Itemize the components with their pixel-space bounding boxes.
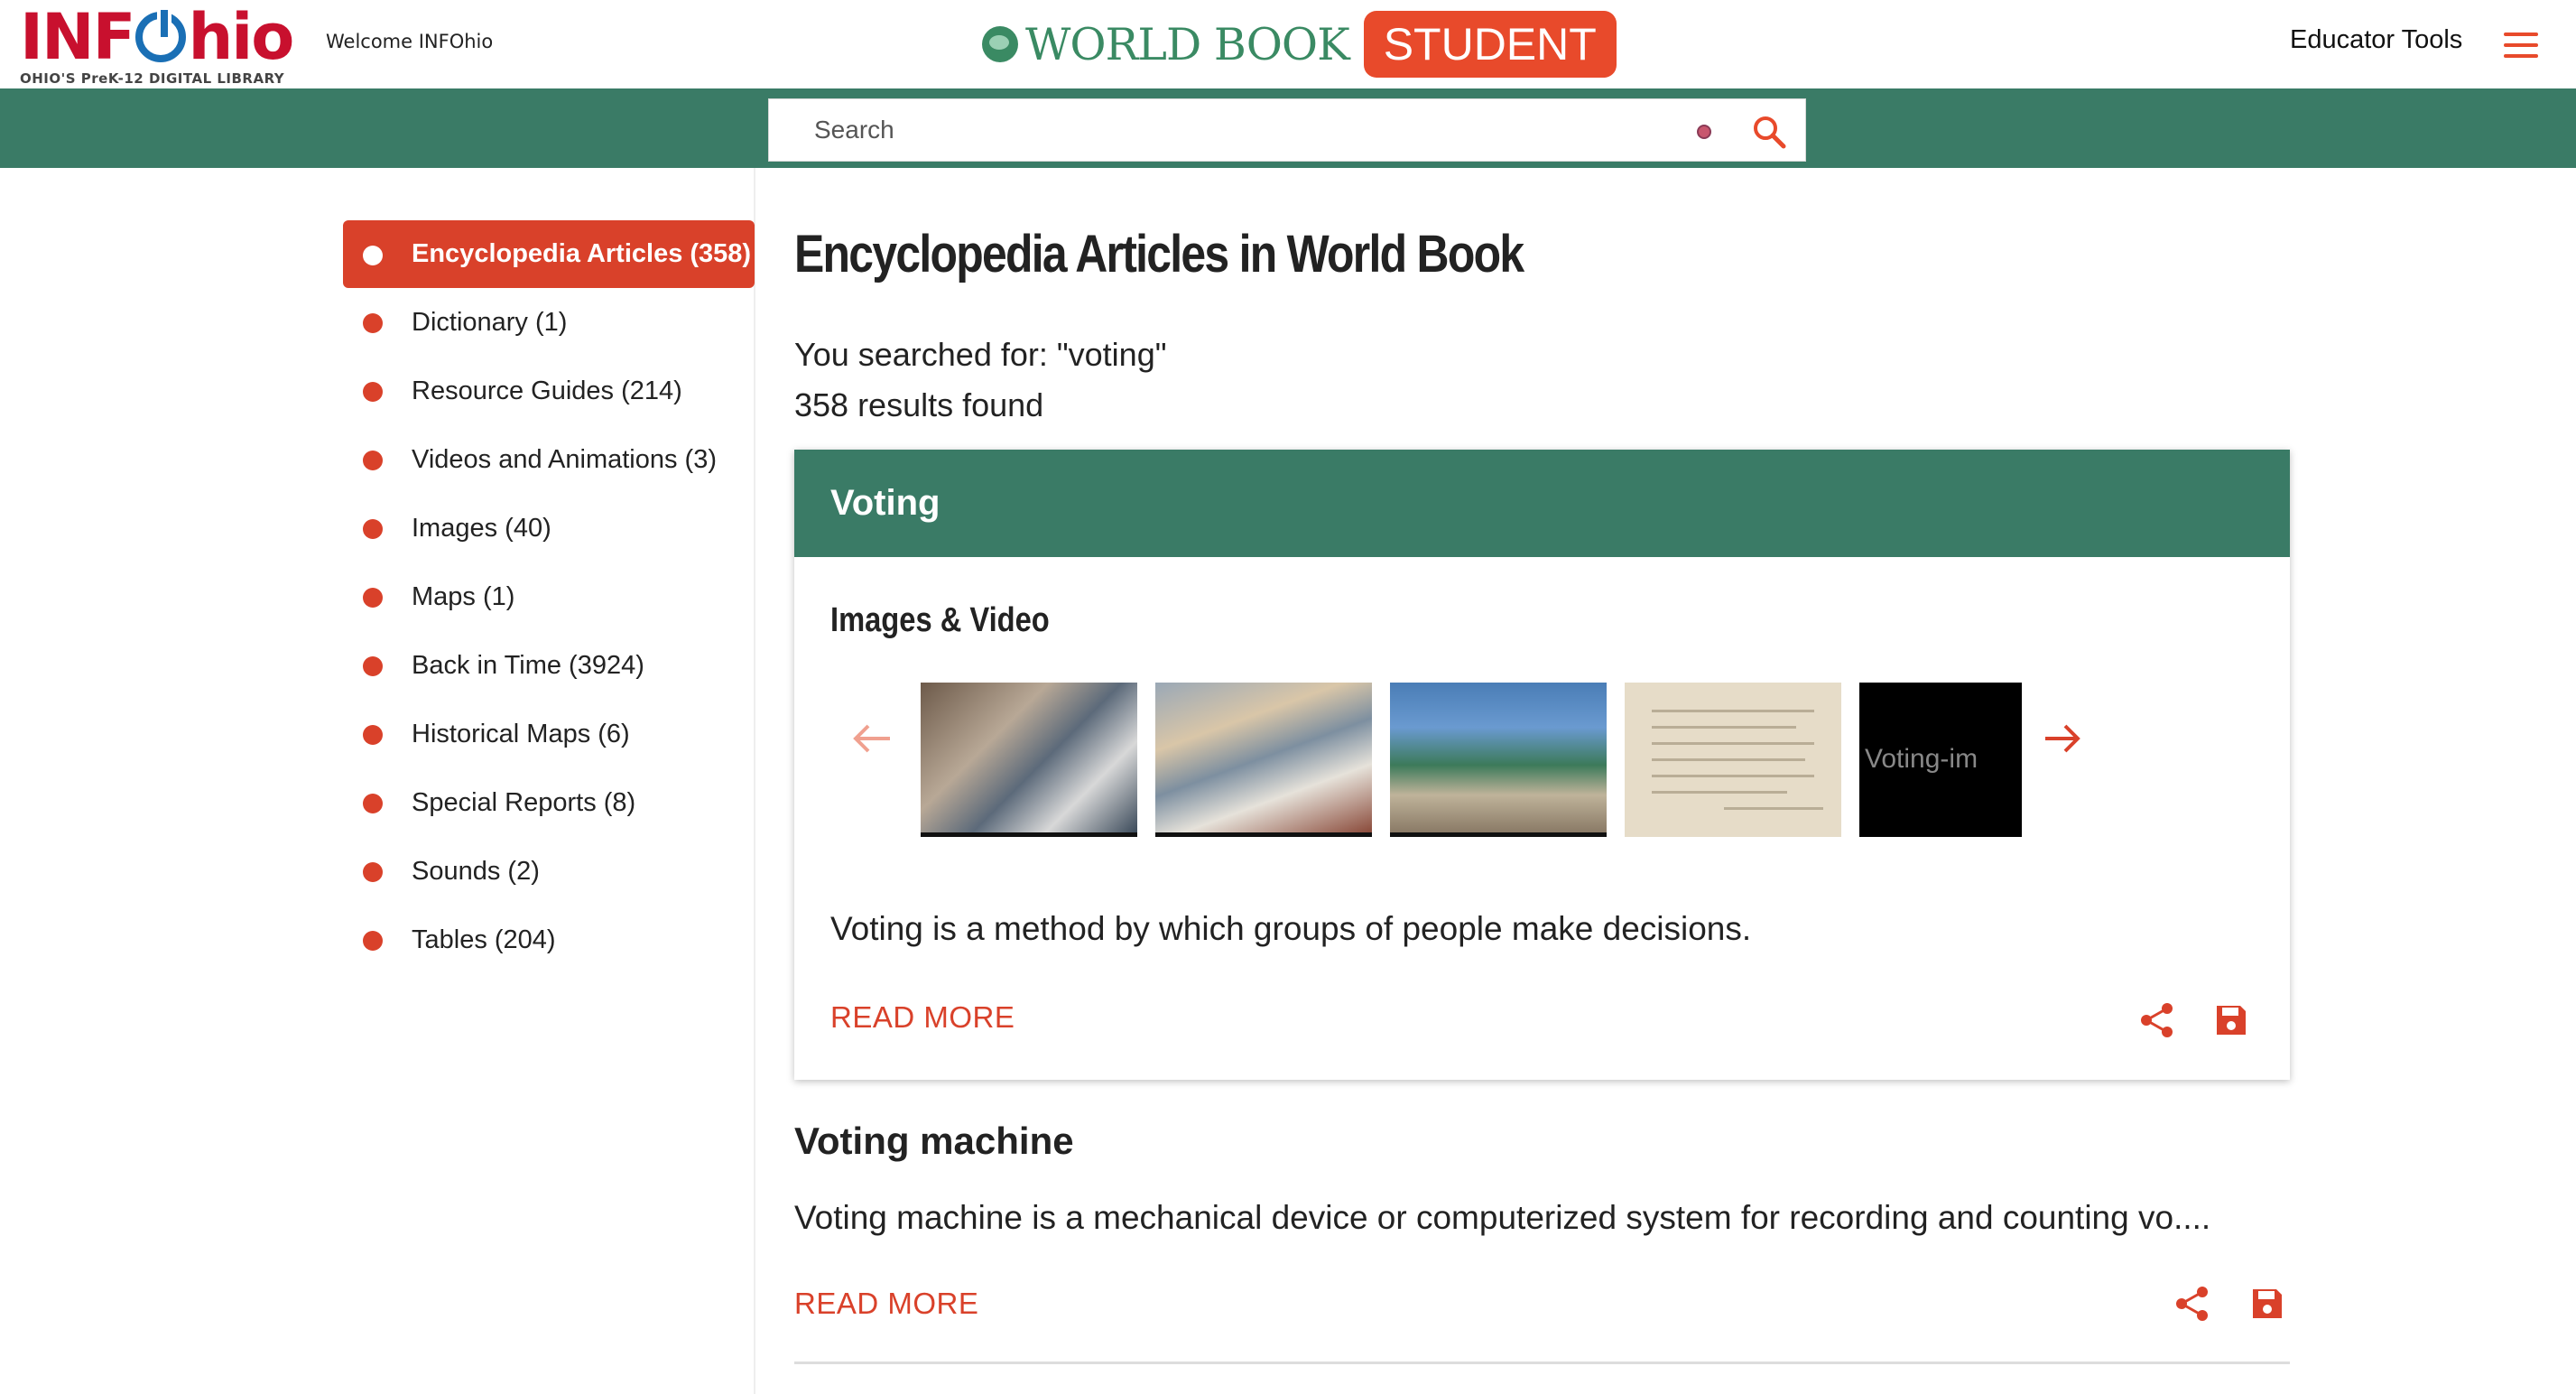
bullet-icon (363, 519, 383, 539)
read-more-link[interactable]: READ MORE (794, 1287, 978, 1321)
share-icon[interactable] (2137, 1000, 2177, 1040)
search-input[interactable] (769, 99, 1672, 161)
result-description: Voting machine is a mechanical device or… (794, 1199, 2211, 1236)
sidebar-item-label: Back in Time (3924) (412, 650, 644, 680)
results-count: 358 results found (794, 386, 1044, 423)
voting-thumbnail-2[interactable] (1155, 683, 1372, 837)
sidebar-item-images[interactable]: Images (40) (343, 494, 755, 562)
images-video-heading: Images & Video (830, 601, 1050, 639)
save-icon[interactable] (2247, 1284, 2287, 1324)
bullet-icon (363, 451, 383, 470)
sidebar-item-resource-guides[interactable]: Resource Guides (214) (343, 357, 755, 425)
educator-tools-link[interactable]: Educator Tools (2290, 25, 2462, 55)
voting-thumbnail-broken[interactable]: Voting-im (1859, 683, 2022, 837)
sidebar-item-label: Historical Maps (6) (412, 719, 630, 748)
bullet-icon (363, 588, 383, 608)
bullet-icon (363, 725, 383, 745)
save-icon[interactable] (2211, 1000, 2251, 1040)
logo-wordmark: INF hio (20, 5, 309, 69)
sidebar-item-special-reports[interactable]: Special Reports (8) (343, 768, 755, 837)
infohio-logo[interactable]: INF hio OHIO'S PreK-12 DIGITAL LIBRARY (20, 5, 309, 87)
featured-result-title[interactable]: Voting (794, 450, 2290, 557)
bullet-icon (363, 656, 383, 676)
voting-thumbnail-3[interactable] (1390, 683, 1607, 837)
sidebar-item-label: Sounds (2) (412, 856, 540, 886)
welcome-text: Welcome INFOhio (326, 31, 494, 52)
sidebar-item-videos-and-animations[interactable]: Videos and Animations (3) (343, 425, 755, 494)
student-badge: STUDENT (1363, 11, 1617, 78)
search-icon[interactable] (1751, 114, 1787, 150)
category-sidebar: Encyclopedia Articles (358) Dictionary (… (343, 220, 755, 974)
sidebar-item-label: Resource Guides (214) (412, 376, 682, 405)
result-divider (794, 1361, 2290, 1364)
voting-thumbnail-1[interactable] (921, 683, 1137, 837)
arrow-left-icon[interactable] (850, 720, 894, 757)
result-title-voting-machine[interactable]: Voting machine (794, 1120, 1074, 1163)
bullet-icon (363, 862, 383, 882)
hamburger-menu-icon[interactable] (2504, 33, 2538, 58)
voting-thumbnail-document[interactable] (1625, 683, 1841, 837)
voice-search-icon[interactable] (1697, 125, 1711, 139)
sidebar-item-dictionary[interactable]: Dictionary (1) (343, 288, 755, 357)
world-book-student-brand[interactable]: WORLD BOOK STUDENT (982, 11, 1617, 78)
sidebar-item-label: Videos and Animations (3) (412, 444, 718, 474)
broken-image-alt: Voting-im (1865, 744, 1978, 774)
sidebar-item-label: Images (40) (412, 513, 551, 543)
sidebar-item-historical-maps[interactable]: Historical Maps (6) (343, 700, 755, 768)
bullet-icon (363, 382, 383, 402)
logo-subtitle: OHIO'S PreK-12 DIGITAL LIBRARY (20, 70, 285, 87)
featured-result-card: Voting Images & Video Voting-im Voting i… (794, 450, 2290, 1080)
sidebar-item-sounds[interactable]: Sounds (2) (343, 837, 755, 906)
sidebar-item-label: Maps (1) (412, 581, 515, 611)
sidebar-item-label: Tables (204) (412, 925, 556, 954)
top-header: INF hio OHIO'S PreK-12 DIGITAL LIBRARY We… (0, 0, 2576, 88)
bullet-icon (363, 931, 383, 951)
brand-name: WORLD BOOK (1025, 18, 1350, 70)
sidebar-item-encyclopedia-articles[interactable]: Encyclopedia Articles (358) (343, 220, 755, 288)
bullet-icon (363, 794, 383, 813)
bullet-icon (363, 313, 383, 333)
globe-icon (982, 26, 1018, 62)
logo-text-hio: hio (188, 0, 294, 74)
sidebar-item-back-in-time[interactable]: Back in Time (3924) (343, 631, 755, 700)
search-bar (768, 98, 1806, 162)
share-icon[interactable] (2173, 1284, 2212, 1324)
sidebar-item-label: Dictionary (1) (412, 307, 568, 337)
featured-result-description: Voting is a method by which groups of pe… (830, 910, 1752, 947)
read-more-link[interactable]: READ MORE (830, 1000, 1015, 1035)
power-icon (135, 6, 187, 62)
sidebar-item-label: Special Reports (8) (412, 787, 636, 817)
sidebar-item-tables[interactable]: Tables (204) (343, 906, 755, 974)
arrow-right-icon[interactable] (2042, 720, 2085, 757)
logo-text-inf: INF (20, 0, 135, 74)
page-title: Encyclopedia Articles in World Book (794, 225, 1524, 283)
sidebar-item-label: Encyclopedia Articles (358) (412, 239, 752, 268)
bullet-icon (363, 246, 383, 265)
search-query-text: You searched for: "voting" (794, 336, 1167, 373)
sidebar-item-maps[interactable]: Maps (1) (343, 562, 755, 631)
